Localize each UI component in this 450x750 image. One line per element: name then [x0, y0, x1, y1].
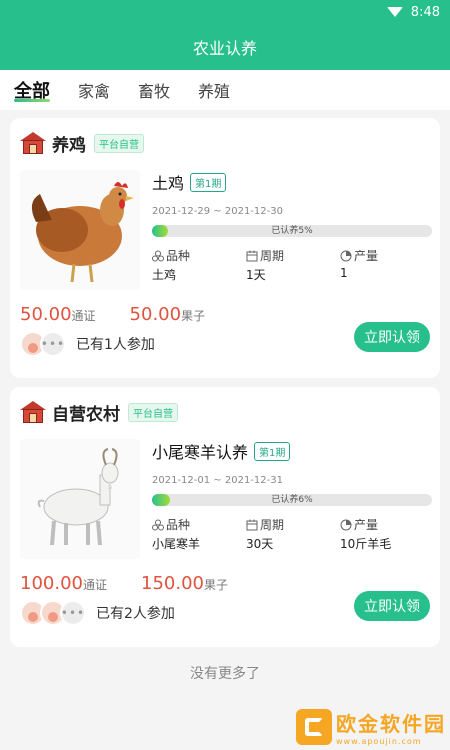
adoption-card[interactable]: 养鸡 平台自营 土鸡 第1期 2021-12-29 ~ 2021-12-30 已… [10, 118, 440, 378]
tab-livestock[interactable]: 畜牧 [138, 70, 170, 110]
watermark: 欧金软件园 www.apoujin.com [296, 708, 446, 746]
stat-value: 土鸡 [152, 268, 177, 282]
more-avatars-icon: ••• [60, 600, 86, 626]
fruit-unit: 果子 [203, 578, 228, 592]
card-header: 养鸡 平台自营 [20, 130, 430, 156]
stat-value: 1 [340, 266, 348, 280]
chicken-image[interactable] [20, 170, 140, 290]
stat-yield: 产量 10斤羊毛 [340, 516, 434, 552]
tab-poultry[interactable]: 家禽 [78, 70, 110, 110]
fruit-price: 150.00 [141, 573, 204, 594]
stat-label: 品种 [166, 249, 191, 263]
barn-icon [20, 401, 46, 423]
product-stats: 品种 小尾寒羊 周期 30天 产量 10斤羊毛 [152, 516, 434, 552]
product-name: 小尾寒羊认养 [152, 443, 249, 462]
stat-label: 品种 [166, 518, 191, 532]
stat-value: 1天 [246, 268, 266, 282]
shop-name: 养鸡 [52, 135, 86, 156]
watermark-title: 欧金软件园 [336, 712, 446, 736]
adoption-card[interactable]: 自营农村 平台自营 小尾寒羊认养 第1期 2021-12-01 ~ 2021-1… [10, 387, 440, 647]
product-stats: 品种 土鸡 周期 1天 产量 1 [152, 247, 434, 283]
category-tabs: 全部 家禽 畜牧 养殖 [0, 70, 450, 110]
stat-label: 周期 [260, 518, 285, 532]
date-range: 2021-12-29 ~ 2021-12-30 [152, 206, 283, 217]
stat-label: 产量 [354, 249, 379, 263]
date-range: 2021-12-01 ~ 2021-12-31 [152, 475, 283, 486]
participants-count: 已有2人参加 [96, 606, 175, 622]
status-bar: 8:48 [0, 0, 450, 24]
app-header: 农业认养 [0, 24, 450, 70]
breed-icon [152, 519, 164, 530]
watermark-url: www.apoujin.com [336, 737, 422, 746]
barn-icon [20, 132, 46, 154]
self-operated-badge: 平台自营 [94, 133, 144, 153]
claim-button[interactable]: 立即认领 [354, 591, 430, 621]
stat-breed: 品种 小尾寒羊 [152, 516, 246, 552]
stat-period: 周期 30天 [246, 516, 340, 552]
participants-count: 已有1人参加 [76, 337, 155, 353]
progress-text: 已认养6% [271, 495, 313, 505]
period-badge: 第1期 [190, 172, 227, 192]
token-price: 100.00 [20, 573, 83, 594]
tab-all[interactable]: 全部 [14, 70, 50, 110]
fruit-price: 50.00 [129, 304, 182, 325]
token-unit: 通证 [82, 578, 107, 592]
wifi-icon [386, 7, 403, 17]
tab-breeding[interactable]: 养殖 [198, 70, 230, 110]
adoption-progress-bar: 已认养6% [152, 494, 432, 506]
calendar-icon [246, 250, 258, 261]
page-title: 农业认养 [192, 39, 257, 58]
breed-icon [152, 250, 164, 261]
stat-breed: 品种 土鸡 [152, 247, 246, 283]
more-avatars-icon: ••• [40, 331, 66, 357]
goat-image[interactable] [20, 439, 140, 559]
calendar-icon [246, 519, 258, 530]
stat-period: 周期 1天 [246, 247, 340, 283]
stat-value: 10斤羊毛 [340, 537, 392, 551]
adoption-progress-bar: 已认养5% [152, 225, 432, 237]
progress-text: 已认养5% [271, 226, 313, 236]
shop-name: 自营农村 [52, 404, 120, 425]
stat-yield: 产量 1 [340, 247, 434, 283]
period-badge: 第1期 [254, 441, 291, 461]
stat-value: 30天 [246, 537, 274, 551]
product-name: 土鸡 [152, 174, 185, 193]
stat-label: 周期 [260, 249, 285, 263]
fruit-unit: 果子 [181, 309, 206, 323]
stat-value: 小尾寒羊 [152, 537, 201, 551]
pie-icon [340, 250, 352, 261]
pie-icon [340, 519, 352, 530]
claim-button[interactable]: 立即认领 [354, 322, 430, 352]
card-header: 自营农村 平台自营 [20, 399, 430, 425]
stat-label: 产量 [354, 518, 379, 532]
adoption-list: 养鸡 平台自营 土鸡 第1期 2021-12-29 ~ 2021-12-30 已… [0, 110, 450, 683]
watermark-logo-icon [296, 709, 332, 745]
self-operated-badge: 平台自营 [128, 402, 178, 422]
no-more-text: 没有更多了 [190, 666, 260, 682]
status-time: 8:48 [410, 4, 440, 20]
token-price: 50.00 [20, 304, 72, 325]
token-unit: 通证 [71, 309, 96, 323]
